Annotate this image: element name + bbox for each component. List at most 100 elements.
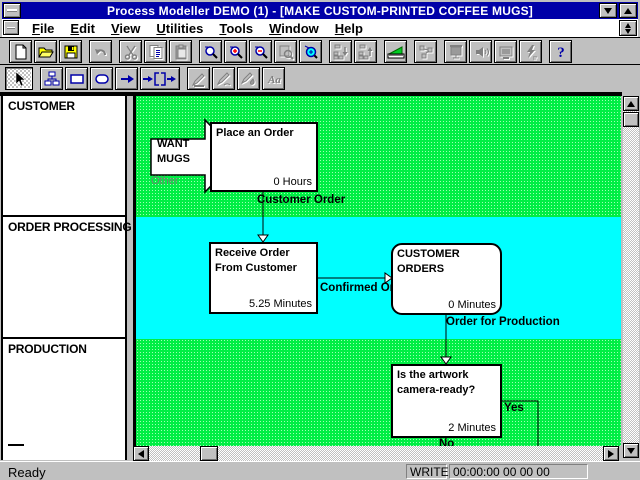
lane-header-customer[interactable]: CUSTOMER bbox=[8, 99, 75, 113]
data-store-icon bbox=[142, 71, 178, 87]
lane-divider bbox=[3, 215, 125, 217]
step-duration: 5.25 Minutes bbox=[249, 298, 312, 310]
svg-text:Aa: Aa bbox=[267, 74, 281, 86]
flow-tool-button[interactable] bbox=[115, 67, 138, 90]
animate-button[interactable] bbox=[414, 40, 437, 63]
menu-view[interactable]: View bbox=[103, 20, 148, 37]
scroll-down-button[interactable] bbox=[623, 443, 639, 458]
zoom-in-icon bbox=[228, 44, 244, 60]
collapse-up-icon bbox=[358, 44, 374, 60]
step-place-an-order[interactable]: Place an Order 0 Hours bbox=[210, 122, 318, 192]
vertical-scrollbar[interactable] bbox=[623, 96, 639, 458]
step-artwork-decision[interactable]: Is the artworkcamera-ready? 2 Minutes bbox=[391, 364, 502, 438]
horizontal-scroll-thumb[interactable] bbox=[200, 446, 218, 461]
paste-button[interactable] bbox=[169, 40, 192, 63]
help-button[interactable]: ? bbox=[549, 40, 572, 63]
menu-help[interactable]: Help bbox=[327, 20, 371, 37]
write-mode-indicator: WRITE bbox=[406, 464, 447, 479]
lane-header-order-processing[interactable]: ORDER PROCESSING bbox=[8, 220, 132, 234]
menu-tools[interactable]: Tools bbox=[211, 20, 261, 37]
store-customer-orders[interactable]: CUSTOMERORDERS 0 Minutes bbox=[391, 243, 502, 315]
flow-label-yes: Yes bbox=[504, 402, 524, 414]
zoom-tool-button[interactable] bbox=[299, 40, 322, 63]
format-paint-button[interactable] bbox=[237, 67, 260, 90]
open-button[interactable] bbox=[34, 40, 57, 63]
diagram-canvas[interactable]: WANT MUGS Other Place an Order 0 Hours R… bbox=[136, 96, 621, 446]
save-button[interactable] bbox=[59, 40, 82, 63]
app-window: Process Modeller DEMO (1) - [MAKE CUSTOM… bbox=[0, 0, 640, 480]
trigger-type-label: Other bbox=[151, 175, 179, 187]
cut-scissors-icon bbox=[123, 44, 139, 60]
menu-window[interactable]: Window bbox=[261, 20, 327, 37]
timescale-icon bbox=[387, 44, 405, 60]
step-title-line2: From Customer bbox=[215, 262, 297, 274]
window-title: Process Modeller DEMO (1) - [MAKE CUSTOM… bbox=[2, 4, 638, 18]
undo-button[interactable] bbox=[89, 40, 112, 63]
sound-button[interactable] bbox=[469, 40, 492, 63]
scroll-up-icon bbox=[627, 101, 635, 107]
flow-label-order-for-production: Order for Production bbox=[446, 316, 560, 328]
store-tool-button[interactable] bbox=[90, 67, 113, 90]
new-button[interactable] bbox=[9, 40, 32, 63]
lane-header-production[interactable]: PRODUCTION bbox=[8, 342, 87, 356]
select-tool-button[interactable] bbox=[5, 67, 33, 90]
system-menu-button[interactable] bbox=[3, 3, 21, 18]
status-message: Ready bbox=[8, 465, 46, 480]
scroll-left-button[interactable] bbox=[133, 446, 149, 461]
format-paint-icon bbox=[241, 71, 257, 87]
monitor-button[interactable] bbox=[494, 40, 517, 63]
store-duration: 0 Minutes bbox=[448, 299, 496, 311]
store-title-line2: ORDERS bbox=[397, 263, 444, 275]
toolbar-separator bbox=[0, 64, 640, 65]
scroll-right-button[interactable] bbox=[603, 446, 619, 461]
decision-title-line1: Is the artwork bbox=[397, 369, 469, 381]
document-restore-button[interactable] bbox=[619, 20, 637, 36]
step-title: Place an Order bbox=[216, 127, 294, 139]
step-title-line1: Receive Order bbox=[215, 247, 290, 259]
toolbar-drawing: Aa bbox=[0, 67, 640, 91]
scroll-up-button[interactable] bbox=[623, 96, 639, 111]
run-bolt-icon bbox=[523, 44, 539, 60]
data-store-tool-button[interactable] bbox=[140, 67, 180, 90]
restore-up-icon bbox=[625, 23, 631, 28]
svg-text:?: ? bbox=[557, 45, 565, 60]
menu-file[interactable]: File bbox=[24, 20, 62, 37]
expand-down-button[interactable] bbox=[329, 40, 352, 63]
zoom-out-icon bbox=[253, 44, 269, 60]
format-line-button[interactable] bbox=[212, 67, 235, 90]
flow-label-confirmed-order: Confirmed Or bbox=[320, 282, 394, 294]
collapse-up-button[interactable] bbox=[354, 40, 377, 63]
timescale-button[interactable] bbox=[384, 40, 407, 63]
copy-button[interactable] bbox=[144, 40, 167, 63]
lane-divider bbox=[3, 337, 125, 339]
zoom-out-button[interactable] bbox=[249, 40, 272, 63]
new-file-icon bbox=[13, 44, 29, 60]
zoom-icon bbox=[203, 44, 219, 60]
presentation-button[interactable] bbox=[444, 40, 467, 63]
org-unit-tool-button[interactable] bbox=[40, 67, 63, 90]
step-receive-order[interactable]: Receive Order From Customer 5.25 Minutes bbox=[209, 242, 318, 314]
run-button[interactable] bbox=[519, 40, 542, 63]
system-menu-icon bbox=[7, 9, 17, 12]
format-fill-button[interactable] bbox=[187, 67, 210, 90]
format-font-button[interactable]: Aa bbox=[262, 67, 285, 90]
process-step-tool-button[interactable] bbox=[65, 67, 88, 90]
expand-down-icon bbox=[333, 44, 349, 60]
zoom-in-button[interactable] bbox=[224, 40, 247, 63]
copy-icon bbox=[148, 44, 164, 60]
cut-button[interactable] bbox=[119, 40, 142, 63]
vertical-scroll-thumb[interactable] bbox=[623, 112, 639, 127]
document-system-menu-button[interactable] bbox=[3, 20, 19, 35]
maximize-button[interactable] bbox=[619, 3, 637, 18]
zoom-button[interactable] bbox=[199, 40, 222, 63]
menu-separator bbox=[0, 37, 640, 38]
menu-utilities[interactable]: Utilities bbox=[148, 20, 211, 37]
status-bar: Ready WRITE 00:00:00 00 00 00 bbox=[0, 461, 640, 480]
zoom-tool-icon bbox=[303, 44, 319, 60]
zoom-fit-button[interactable] bbox=[274, 40, 297, 63]
minimize-button[interactable] bbox=[599, 3, 617, 18]
menu-edit[interactable]: Edit bbox=[62, 20, 103, 37]
trigger-label-line1: WANT bbox=[157, 137, 189, 152]
process-step-icon bbox=[69, 71, 85, 87]
menu-bar: File Edit View Utilities Tools Window He… bbox=[2, 19, 638, 37]
